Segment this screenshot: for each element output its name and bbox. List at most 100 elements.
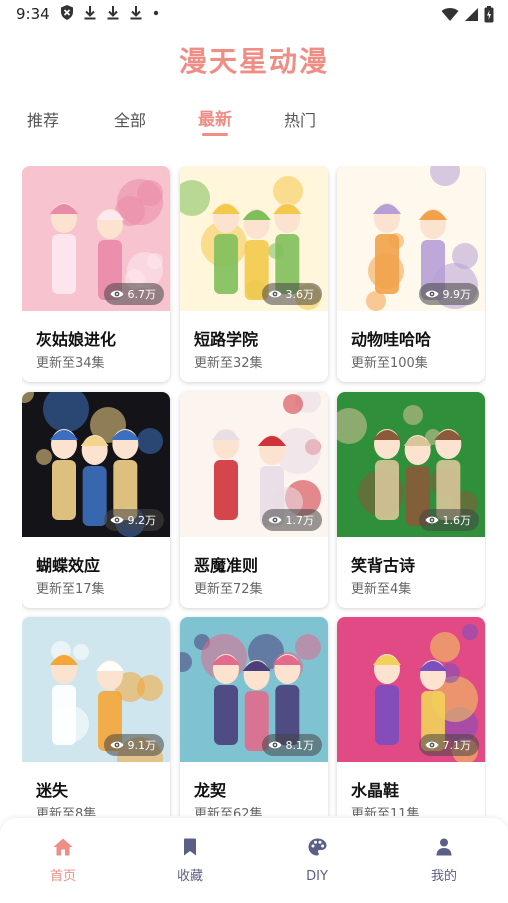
nav-item-0[interactable]: 首页	[23, 838, 103, 884]
view-count: 9.1万	[127, 739, 157, 752]
view-count: 9.2万	[127, 514, 157, 527]
comic-episode-count: 更新至4集	[351, 582, 412, 597]
comic-episode-count: 更新至8集	[36, 807, 97, 816]
comic-episode-count: 更新至72集	[194, 582, 263, 597]
tab-1[interactable]: 全部	[100, 107, 160, 131]
comic-episode-count: 更新至17集	[36, 582, 105, 597]
nav-label: 首页	[49, 869, 76, 884]
category-tabs: 推荐 全部 最新 热门	[0, 103, 508, 143]
home-icon	[23, 838, 103, 860]
comic-cover[interactable]: 3.6万	[180, 166, 328, 311]
comic-title: 水晶鞋	[351, 781, 400, 800]
nav-label: 我的	[430, 869, 457, 884]
eye-icon	[425, 289, 439, 299]
comic-card[interactable]: 1.6万笑背古诗更新至4集	[337, 392, 485, 608]
status-time: 9:34	[16, 5, 50, 23]
comic-cover[interactable]: 7.1万	[337, 617, 485, 762]
download-icon	[129, 5, 143, 20]
tab-label: 推荐	[26, 111, 59, 130]
eye-icon	[425, 740, 439, 750]
download-icon	[83, 5, 97, 20]
eye-icon	[268, 740, 282, 750]
view-count-badge: 3.6万	[261, 283, 322, 305]
eye-icon	[268, 289, 282, 299]
user-icon	[404, 838, 484, 860]
wifi-icon	[441, 7, 459, 26]
nav-item-1[interactable]: 收藏	[150, 838, 230, 884]
download-icon	[106, 5, 120, 20]
view-count-badge: 6.7万	[103, 283, 164, 305]
comic-card[interactable]: 9.1万迷失更新至8集	[22, 617, 170, 816]
comic-cover[interactable]: 1.7万	[180, 392, 328, 537]
view-count-badge: 9.9万	[418, 283, 479, 305]
comic-title: 灰姑娘进化	[36, 330, 117, 349]
tab-label: 热门	[283, 111, 316, 130]
battery-icon	[484, 6, 494, 27]
comic-card[interactable]: 7.1万水晶鞋更新至11集	[337, 617, 485, 816]
comic-title: 迷失	[36, 781, 69, 800]
nav-item-2[interactable]: DIY	[277, 838, 357, 884]
eye-icon	[110, 740, 124, 750]
comic-title: 动物哇哈哈	[351, 330, 432, 349]
comic-cover[interactable]: 9.1万	[22, 617, 170, 762]
comic-episode-count: 更新至62集	[194, 807, 263, 816]
bookmark-icon	[150, 838, 230, 860]
bottom-nav: 首页 收藏 DIY 我的	[0, 818, 508, 903]
signal-icon	[464, 7, 479, 26]
view-count-badge: 1.7万	[261, 509, 322, 531]
comic-episode-count: 更新至11集	[351, 807, 420, 816]
view-count: 1.6万	[442, 514, 472, 527]
shield-icon	[60, 5, 74, 20]
comic-episode-count: 更新至32集	[194, 356, 263, 371]
comic-title: 笑背古诗	[351, 556, 416, 575]
comic-episode-count: 更新至100集	[351, 356, 428, 371]
comic-card[interactable]: 9.2万蝴蝶效应更新至17集	[22, 392, 170, 608]
view-count-badge: 9.1万	[103, 734, 164, 756]
nav-item-3[interactable]: 我的	[404, 838, 484, 884]
comic-cover[interactable]: 1.6万	[337, 392, 485, 537]
status-bar: 9:34	[0, 0, 508, 30]
tab-2[interactable]: 最新	[185, 105, 245, 136]
comic-cover[interactable]: 8.1万	[180, 617, 328, 762]
view-count-badge: 9.2万	[103, 509, 164, 531]
tab-label: 最新	[198, 110, 232, 130]
view-count: 8.1万	[285, 739, 315, 752]
tab-label: 全部	[113, 111, 146, 130]
comic-episode-count: 更新至34集	[36, 356, 105, 371]
comic-title: 短路学院	[194, 330, 259, 349]
system-icons	[441, 6, 494, 27]
tab-3[interactable]: 热门	[270, 107, 330, 131]
comic-card[interactable]: 6.7万灰姑娘进化更新至34集	[22, 166, 170, 382]
eye-icon	[425, 515, 439, 525]
comic-title: 恶魔准则	[194, 556, 259, 575]
nav-label: 收藏	[176, 869, 203, 884]
comic-card[interactable]: 1.7万恶魔准则更新至72集	[180, 392, 328, 608]
app-title: 漫天星动漫	[178, 45, 329, 78]
eye-icon	[110, 515, 124, 525]
view-count: 3.6万	[285, 288, 315, 301]
comic-card[interactable]: 8.1万龙契更新至62集	[180, 617, 328, 816]
eye-icon	[110, 289, 124, 299]
view-count-badge: 7.1万	[418, 734, 479, 756]
more-dot-icon	[152, 5, 160, 20]
nav-label: DIY	[306, 869, 328, 884]
notification-icons	[60, 5, 160, 20]
view-count-badge: 1.6万	[418, 509, 479, 531]
palette-icon	[277, 838, 357, 860]
tab-active-indicator	[202, 133, 228, 136]
comic-cover[interactable]: 6.7万	[22, 166, 170, 311]
comic-title: 蝴蝶效应	[36, 556, 101, 575]
view-count: 1.7万	[285, 514, 315, 527]
view-count: 7.1万	[442, 739, 472, 752]
eye-icon	[268, 515, 282, 525]
comic-card[interactable]: 9.9万动物哇哈哈更新至100集	[337, 166, 485, 382]
comic-card[interactable]: 3.6万短路学院更新至32集	[180, 166, 328, 382]
comic-title: 龙契	[194, 781, 227, 800]
view-count: 9.9万	[442, 288, 472, 301]
comic-grid: 6.7万 灰姑娘进化 更新至34集 3.6万 短路学院 更新至32集 9.9万 动物哇哈哈 更新…	[22, 166, 486, 816]
tab-0[interactable]: 推荐	[13, 107, 73, 131]
view-count-badge: 8.1万	[261, 734, 322, 756]
comic-cover[interactable]: 9.2万	[22, 392, 170, 537]
comic-cover[interactable]: 9.9万	[337, 166, 485, 311]
view-count: 6.7万	[127, 288, 157, 301]
